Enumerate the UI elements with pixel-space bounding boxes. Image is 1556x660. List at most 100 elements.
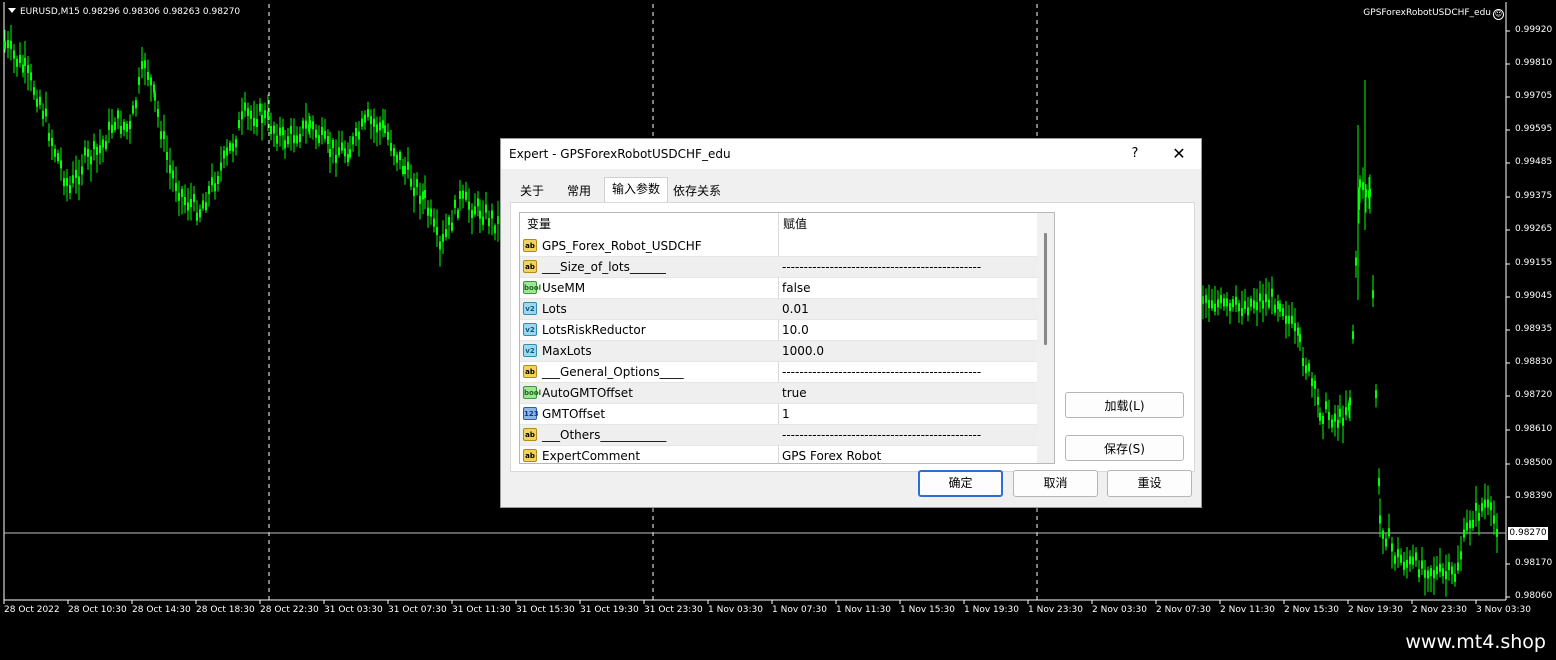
price-candle-body [1235, 296, 1237, 305]
price-candle-body [284, 140, 286, 149]
tab-dependencies[interactable]: 依存关系 [668, 179, 726, 201]
table-row[interactable]: v2 LotsRiskReductor 10.0 [520, 320, 1037, 341]
price-candle-body [1211, 300, 1213, 309]
table-row[interactable]: v2 Lots 0.01 [520, 299, 1037, 320]
table-row[interactable]: v2 MaxLots 1000.0 [520, 341, 1037, 362]
save-button[interactable]: 保存(S) [1065, 435, 1184, 461]
price-candle-body [214, 183, 216, 192]
price-candle-body [259, 103, 261, 112]
parameter-value[interactable]: false [782, 278, 811, 299]
price-candle-body [1202, 296, 1204, 305]
price-candle-body [341, 142, 343, 151]
table-row[interactable]: bool UseMM false [520, 278, 1037, 299]
price-candle-body [290, 125, 292, 134]
parameter-value[interactable]: GPS Forex Robot [782, 446, 881, 463]
parameter-value[interactable]: true [782, 383, 807, 404]
tab-common[interactable]: 常用 [554, 179, 604, 201]
price-candle-body [1349, 397, 1351, 406]
tab-about[interactable]: 关于 [510, 179, 554, 201]
price-candle-body [187, 202, 189, 211]
price-tick-label: 0.98170 [1515, 558, 1553, 568]
parameter-value[interactable]: 1 [782, 404, 790, 425]
price-candle-body [1375, 390, 1377, 399]
price-candle-body [1339, 408, 1341, 417]
parameter-value[interactable]: ----------------------------------------… [782, 257, 981, 278]
time-tick-label: 1 Nov 03:30 [708, 605, 763, 615]
column-header-variable[interactable]: 变量 [527, 213, 551, 236]
price-candle-body [349, 149, 351, 158]
help-button[interactable]: ? [1121, 144, 1149, 164]
price-candle-body [250, 110, 252, 119]
price-candle-body [1487, 499, 1489, 508]
table-row[interactable]: ab GPS_Forex_Robot_USDCHF [520, 236, 1037, 257]
parameter-value[interactable]: 10.0 [782, 320, 809, 341]
table-row[interactable]: ab ___Size_of_lots______ -----------------… [520, 257, 1037, 278]
parameter-value[interactable]: 1000.0 [782, 341, 824, 362]
table-row[interactable]: ab ExpertComment GPS Forex Robot [520, 446, 1037, 463]
cancel-button[interactable]: 取消 [1013, 470, 1098, 497]
price-candle-body [1337, 419, 1339, 428]
string-type-icon: ab [523, 365, 537, 378]
price-candle-body [1208, 300, 1210, 309]
table-row[interactable]: bool AutoGMTOffset true [520, 383, 1037, 404]
price-axis[interactable]: 0.99920 0.99810 0.99705 0.99595 0.99485 0.993… [1506, 0, 1556, 601]
parameter-value[interactable]: ----------------------------------------… [782, 362, 981, 383]
price-candle-body [1308, 363, 1310, 372]
price-candle-body [393, 148, 395, 157]
time-tick-label: 2 Nov 23:30 [1412, 605, 1467, 615]
time-tick-label: 28 Oct 2022 [4, 605, 60, 615]
price-candle-body [1238, 303, 1240, 312]
input-parameters-table[interactable]: 变量 赋值 ab GPS_Forex_Robot_USDCHF ab ___Size_… [519, 212, 1055, 464]
expert-advisor-label[interactable]: GPSForexRobotUSDCHF_edu ☺ [1363, 8, 1504, 20]
price-candle-body [105, 141, 107, 150]
price-candle-body [364, 114, 366, 123]
price-candle-body [135, 100, 137, 109]
price-candle-body [1220, 295, 1222, 304]
reset-button[interactable]: 重设 [1107, 470, 1192, 497]
price-tick-label: 0.99810 [1515, 58, 1553, 68]
price-candle-body [111, 124, 113, 133]
price-candle-body [332, 140, 334, 149]
price-candle-body [132, 105, 134, 114]
load-button[interactable]: 加载(L) [1065, 392, 1184, 418]
price-tick-label: 0.99595 [1515, 124, 1553, 134]
dialog-title-bar[interactable]: Expert - GPSForexRobotUSDCHF_edu ? ✕ [501, 139, 1201, 169]
price-candle-body [454, 199, 456, 208]
price-candle-body [211, 177, 213, 186]
price-candle-body [1314, 380, 1316, 389]
table-row[interactable]: ab ___Others___________ ------------------… [520, 425, 1037, 446]
price-candle-body [358, 131, 360, 140]
price-candle-body [1427, 570, 1429, 579]
time-axis[interactable]: 28 Oct 2022 28 Oct 10:30 28 Oct 14:30 28 Oc… [0, 600, 1531, 622]
scrollbar-thumb[interactable] [1044, 233, 1047, 345]
price-candle-body [279, 127, 281, 136]
parameter-value[interactable]: ----------------------------------------… [782, 425, 981, 446]
price-candle-body [1259, 293, 1261, 302]
price-candle-body [293, 135, 295, 144]
table-row[interactable]: ab ___General_Options____ ----------------… [520, 362, 1037, 383]
bool-type-icon: bool [523, 386, 541, 399]
price-candle-body [442, 233, 444, 242]
price-candle-body [33, 87, 35, 96]
price-candle-body [1451, 566, 1453, 575]
vertical-scrollbar[interactable] [1037, 213, 1054, 463]
parameter-value[interactable]: 0.01 [782, 299, 809, 320]
ok-button[interactable]: 确定 [918, 470, 1003, 497]
parameter-name: ___General_Options____ [542, 365, 684, 379]
price-candle-body [117, 110, 119, 119]
price-candle-body [42, 110, 44, 119]
parameter-name: Lots [542, 302, 567, 316]
price-candle-body [16, 58, 18, 67]
price-candle-body [1391, 543, 1393, 552]
price-candle-body [1430, 568, 1432, 577]
price-candle-body [335, 154, 337, 163]
table-row[interactable]: 123 GMTOffset 1 [520, 404, 1037, 425]
time-tick-label: 1 Nov 11:30 [836, 605, 891, 615]
price-candle-body [1294, 323, 1296, 332]
price-candle-body [1421, 560, 1423, 569]
tab-inputs[interactable]: 输入参数 [604, 177, 668, 202]
column-header-value[interactable]: 赋值 [783, 213, 807, 236]
close-button[interactable]: ✕ [1165, 144, 1193, 164]
price-candle-body [220, 162, 222, 171]
price-tick-label: 0.99705 [1515, 91, 1553, 101]
